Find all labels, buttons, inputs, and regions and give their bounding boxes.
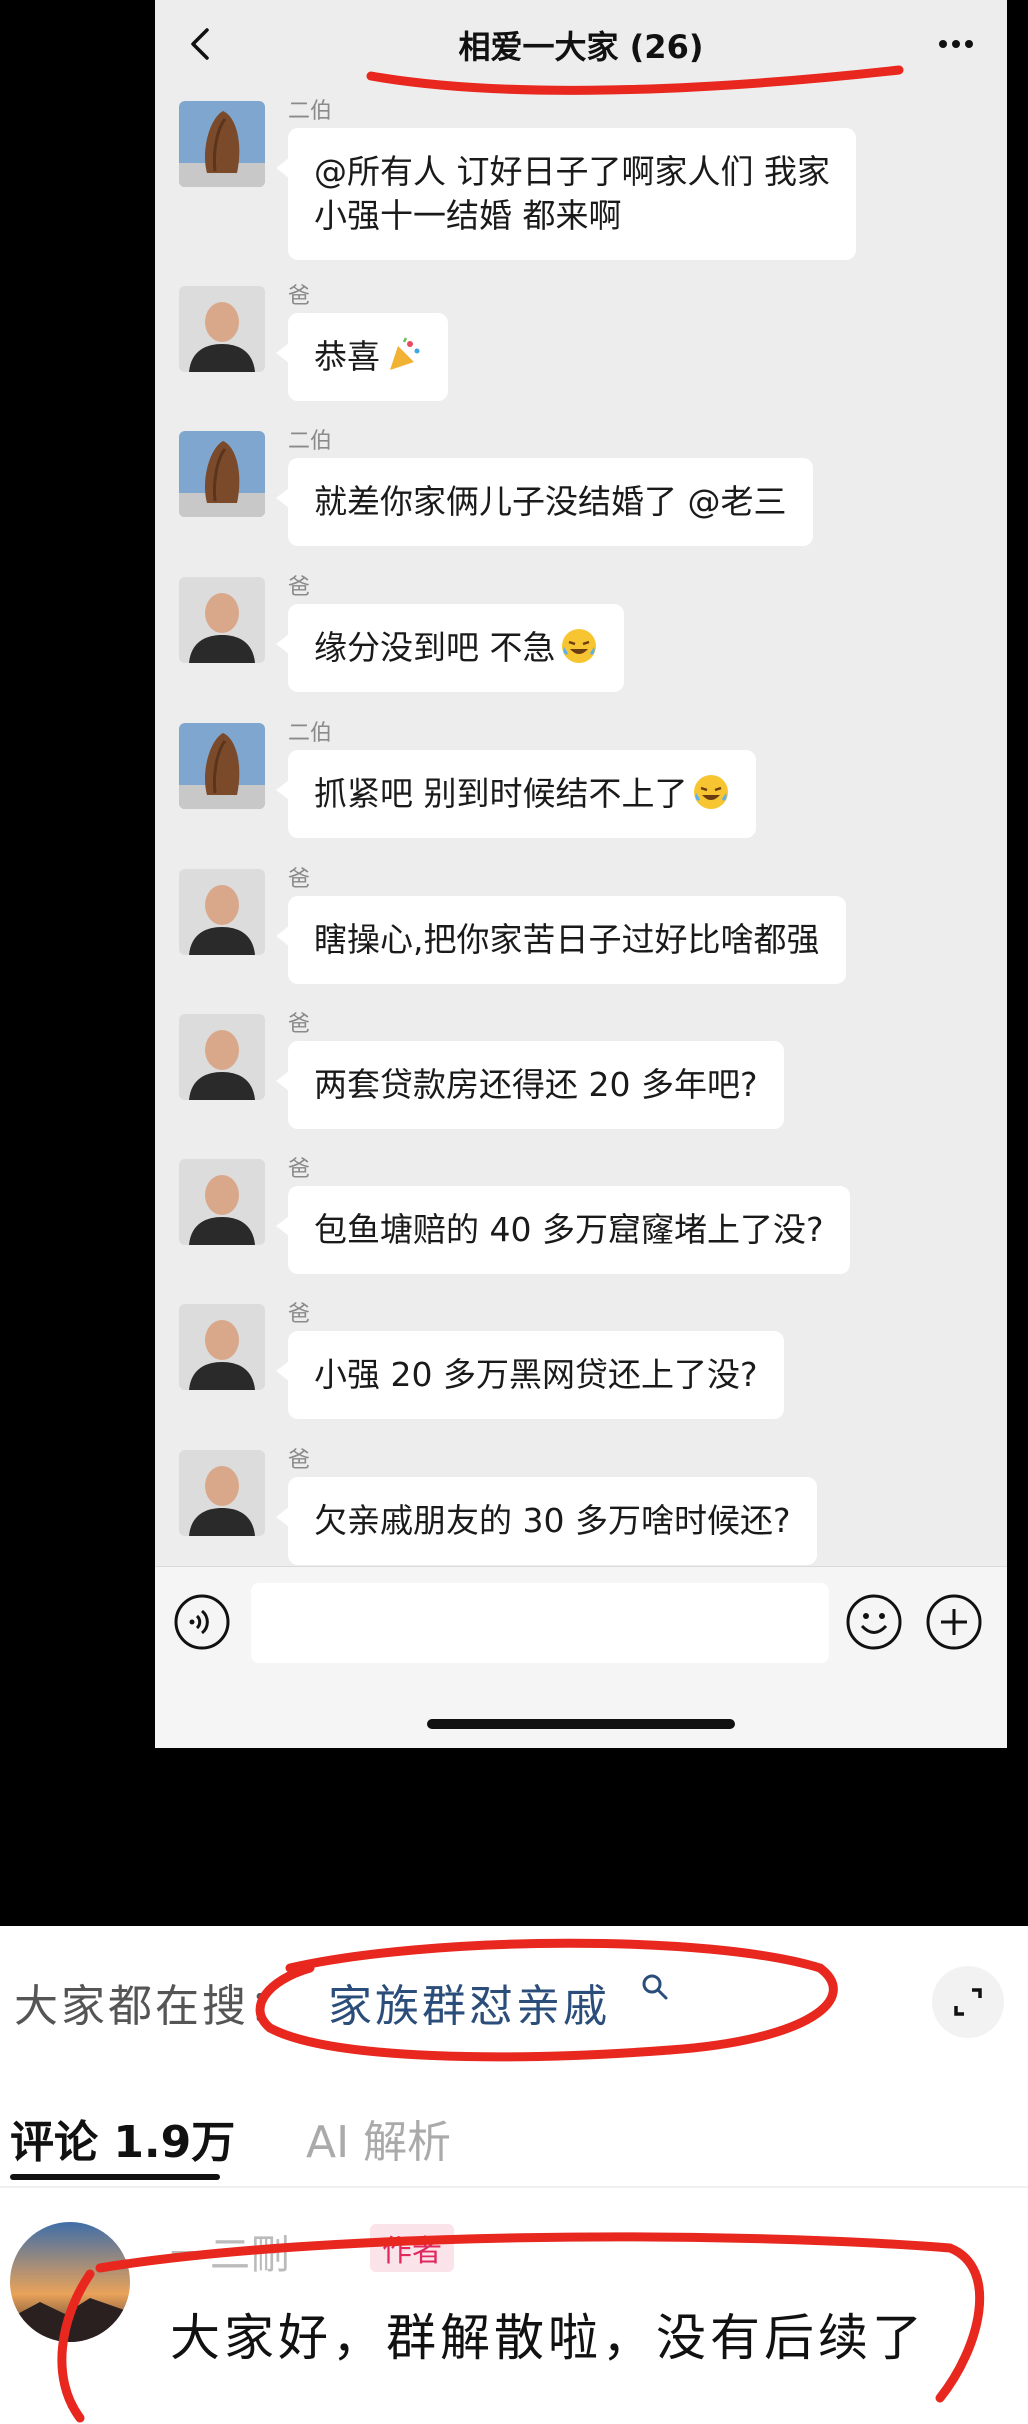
divider	[0, 2186, 1028, 2188]
chat-header: 相爱一大家 (26)	[155, 0, 1007, 95]
message-bubble[interactable]: 包鱼塘赔的 40 多万窟窿堵上了没?	[276, 1186, 850, 1274]
rock-avatar-icon[interactable]	[179, 101, 265, 187]
message-text: 两套贷款房还得还 20 多年吧?	[314, 1065, 758, 1104]
comment-tabs: 评论 1.9万 AI 解析	[0, 2076, 1028, 2188]
chat-message: 爸瞎操心,把你家苦日子过好比啥都强	[155, 856, 1007, 996]
man-avatar-icon[interactable]	[179, 1450, 265, 1536]
plus-icon[interactable]	[925, 1593, 983, 1651]
sender-name: 爸	[288, 575, 311, 600]
red-marker-circle	[57, 2232, 985, 2423]
laugh-cry-icon	[560, 627, 598, 665]
party-popper-icon	[384, 336, 422, 374]
message-text: @所有人 订好日子了啊家人们 我家 小强十一结婚 都来啊	[314, 152, 830, 235]
message-bubble[interactable]: 就差你家俩儿子没结婚了 @老三	[276, 458, 813, 546]
search-suggestion-bar[interactable]: 大家都在搜： 家族群怼亲戚	[0, 1926, 1028, 2062]
chat-message: 爸欠亲戚朋友的 30 多万啥时候还?	[155, 1437, 1007, 1577]
message-text: 欠亲戚朋友的 30 多万啥时候还?	[314, 1501, 791, 1540]
chat-message: 二伯就差你家俩儿子没结婚了 @老三	[155, 418, 1007, 558]
chat-screenshot: 相爱一大家 (26) 二伯 @所有人 订好日子了啊家人们 我家 小强十一结婚 都来…	[155, 0, 1007, 1748]
emoji-icon[interactable]	[845, 1593, 903, 1651]
active-tab-indicator	[10, 2174, 220, 2180]
chat-message: 二伯 @所有人 订好日子了啊家人们 我家 小强十一结婚 都来啊	[155, 88, 1007, 260]
tab-ai-analysis[interactable]: AI 解析	[306, 2106, 451, 2170]
more-options-icon[interactable]	[931, 24, 981, 64]
chat-message: 爸包鱼塘赔的 40 多万窟窿堵上了没?	[155, 1146, 1007, 1286]
message-text: 就差你家俩儿子没结婚了 @老三	[314, 482, 787, 521]
man-avatar-icon[interactable]	[179, 577, 265, 663]
message-bubble[interactable]: 小强 20 多万黑网贷还上了没?	[276, 1331, 784, 1419]
sender-name: 爸	[288, 1157, 311, 1182]
comment-item[interactable]: 一二刪 作者 大家好，群解散啦，没有后续了	[0, 2208, 1028, 2424]
message-text: 抓紧吧 别到时候结不上了	[314, 774, 688, 813]
message-bubble[interactable]: @所有人 订好日子了啊家人们 我家 小强十一结婚 都来啊	[276, 128, 856, 260]
message-bubble[interactable]: 瞎操心,把你家苦日子过好比啥都强	[276, 896, 846, 984]
sender-name: 二伯	[288, 429, 333, 454]
man-avatar-icon[interactable]	[179, 286, 265, 372]
sender-name: 爸	[288, 867, 311, 892]
laugh-cry-icon	[692, 773, 730, 811]
sender-name: 爸	[288, 1448, 311, 1473]
expand-icon	[954, 1988, 982, 2016]
sender-name: 爸	[288, 1012, 311, 1037]
message-bubble[interactable]: 恭喜	[276, 313, 448, 401]
post-detail-panel: 大家都在搜： 家族群怼亲戚 评论 1.9万 AI 解析 一二刪 作者 大家好，群…	[0, 1926, 1028, 2424]
sender-name: 二伯	[288, 721, 333, 746]
message-text: 瞎操心,把你家苦日子过好比啥都强	[314, 920, 820, 959]
expand-button[interactable]	[932, 1966, 1004, 2038]
red-marker-circle	[255, 1938, 838, 2062]
message-bubble[interactable]: 欠亲戚朋友的 30 多万啥时候还?	[276, 1477, 817, 1565]
sender-name: 爸	[288, 284, 311, 309]
message-bubble[interactable]: 两套贷款房还得还 20 多年吧?	[276, 1041, 784, 1129]
man-avatar-icon[interactable]	[179, 1014, 265, 1100]
message-text: 小强 20 多万黑网贷还上了没?	[314, 1355, 758, 1394]
message-text: 包鱼塘赔的 40 多万窟窿堵上了没?	[314, 1210, 824, 1249]
chat-message: 爸两套贷款房还得还 20 多年吧?	[155, 1001, 1007, 1141]
sender-name: 二伯	[288, 99, 333, 124]
man-avatar-icon[interactable]	[179, 1304, 265, 1390]
sender-name: 爸	[288, 1302, 311, 1327]
rock-avatar-icon[interactable]	[179, 431, 265, 517]
message-text: 缘分没到吧 不急	[314, 628, 556, 667]
message-input[interactable]	[251, 1583, 829, 1663]
rock-avatar-icon[interactable]	[179, 723, 265, 809]
tab-comments[interactable]: 评论 1.9万	[10, 2106, 235, 2170]
message-bubble[interactable]: 缘分没到吧 不急	[276, 604, 624, 692]
input-bar	[155, 1566, 1007, 1748]
message-bubble[interactable]: 抓紧吧 别到时候结不上了	[276, 750, 756, 838]
message-text: 恭喜	[314, 337, 380, 376]
chat-message: 爸恭喜	[155, 273, 1007, 413]
voice-input-icon[interactable]	[173, 1593, 231, 1651]
home-indicator	[427, 1719, 735, 1729]
man-avatar-icon[interactable]	[179, 869, 265, 955]
chat-message: 爸缘分没到吧 不急	[155, 564, 1007, 704]
chat-message: 爸小强 20 多万黑网贷还上了没?	[155, 1291, 1007, 1431]
man-avatar-icon[interactable]	[179, 1159, 265, 1245]
chat-message: 二伯抓紧吧 别到时候结不上了	[155, 710, 1007, 850]
